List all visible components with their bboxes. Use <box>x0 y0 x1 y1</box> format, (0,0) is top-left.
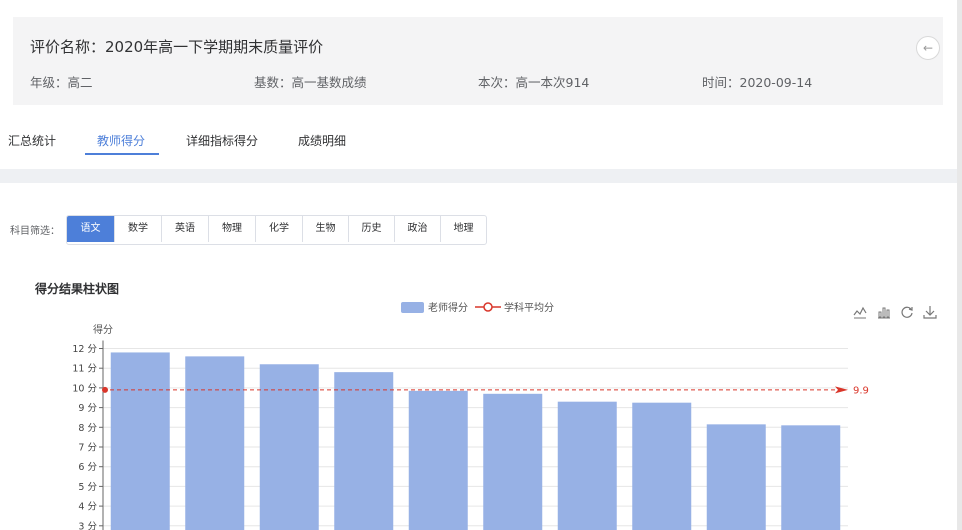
arrow-left-icon: ← <box>922 41 934 55</box>
teacher-score-bar <box>110 352 170 530</box>
teacher-score-bar <box>483 393 543 530</box>
y-tick-label: 9 分 <box>78 403 97 414</box>
subject-english[interactable]: 英语 <box>161 216 208 242</box>
teacher-score-bar <box>706 424 766 530</box>
page-scrollbar[interactable] <box>957 0 962 530</box>
teacher-score-bar <box>408 390 468 530</box>
evaluation-title: 评价名称：2020年高一下学期期末质量评价 <box>30 38 324 56</box>
legend-line-label: 学科平均分 <box>504 301 554 314</box>
session-info: 本次：高一本次914 <box>478 75 590 90</box>
base-info: 基数：高一基数成绩 <box>254 75 367 90</box>
download-icon[interactable] <box>923 305 937 323</box>
subject-chemistry[interactable]: 化学 <box>255 216 302 242</box>
teacher-score-bar <box>185 356 245 530</box>
y-axis-label: 得分 <box>93 324 113 336</box>
legend-bar-label: 老师得分 <box>428 301 468 314</box>
subject-politics[interactable]: 政治 <box>394 216 440 242</box>
time-info: 时间：2020-09-14 <box>702 75 813 90</box>
tab-grade-detail[interactable]: 成绩明细 <box>298 132 346 149</box>
evaluation-info-card: 评价名称：2020年高一下学期期末质量评价 年级：高二 基数：高一基数成绩 本次… <box>13 17 943 105</box>
average-line-label: 9.9 <box>853 385 869 396</box>
legend-line-marker <box>483 302 493 312</box>
y-tick-label: 12 分 <box>72 344 97 355</box>
tab-detail-score[interactable]: 详细指标得分 <box>186 132 258 149</box>
average-line-arrow <box>835 386 848 394</box>
back-button[interactable]: ← <box>916 36 940 60</box>
y-tick-label: 6 分 <box>78 462 97 473</box>
subject-biology[interactable]: 生物 <box>302 216 348 242</box>
teacher-score-bar <box>781 425 841 530</box>
subject-filter-group: 语文 数学 英语 物理 化学 生物 历史 政治 地理 <box>66 215 487 245</box>
section-divider <box>0 169 962 183</box>
y-tick-label: 10 分 <box>72 383 97 394</box>
tab-teacher-score[interactable]: 教师得分 <box>97 132 145 149</box>
y-tick-label: 3 分 <box>78 521 97 530</box>
subject-history[interactable]: 历史 <box>348 216 394 242</box>
bar-chart-icon[interactable] <box>877 305 891 323</box>
subject-filter-label: 科目筛选： <box>10 226 60 237</box>
average-line-start-marker <box>102 386 108 393</box>
y-tick-label: 7 分 <box>78 443 97 454</box>
active-tab-indicator <box>85 153 159 155</box>
teacher-score-bar <box>259 364 319 530</box>
refresh-icon[interactable] <box>900 305 914 323</box>
subject-geography[interactable]: 地理 <box>440 216 486 242</box>
y-tick-label: 5 分 <box>78 482 97 493</box>
teacher-score-bar <box>557 401 617 530</box>
legend-bar-swatch <box>401 302 424 313</box>
grade-info: 年级：高二 <box>30 75 93 90</box>
chart-title: 得分结果柱状图 <box>35 282 120 296</box>
subject-math[interactable]: 数学 <box>114 216 161 242</box>
teacher-score-bar <box>334 372 394 530</box>
teacher-score-bar <box>632 402 692 530</box>
tab-summary[interactable]: 汇总统计 <box>8 132 56 149</box>
line-chart-icon[interactable] <box>853 305 867 323</box>
y-tick-label: 11 分 <box>72 364 97 375</box>
y-tick-label: 4 分 <box>78 502 97 513</box>
subject-chinese[interactable]: 语文 <box>67 216 114 242</box>
subject-physics[interactable]: 物理 <box>208 216 255 242</box>
y-tick-label: 8 分 <box>78 423 97 434</box>
